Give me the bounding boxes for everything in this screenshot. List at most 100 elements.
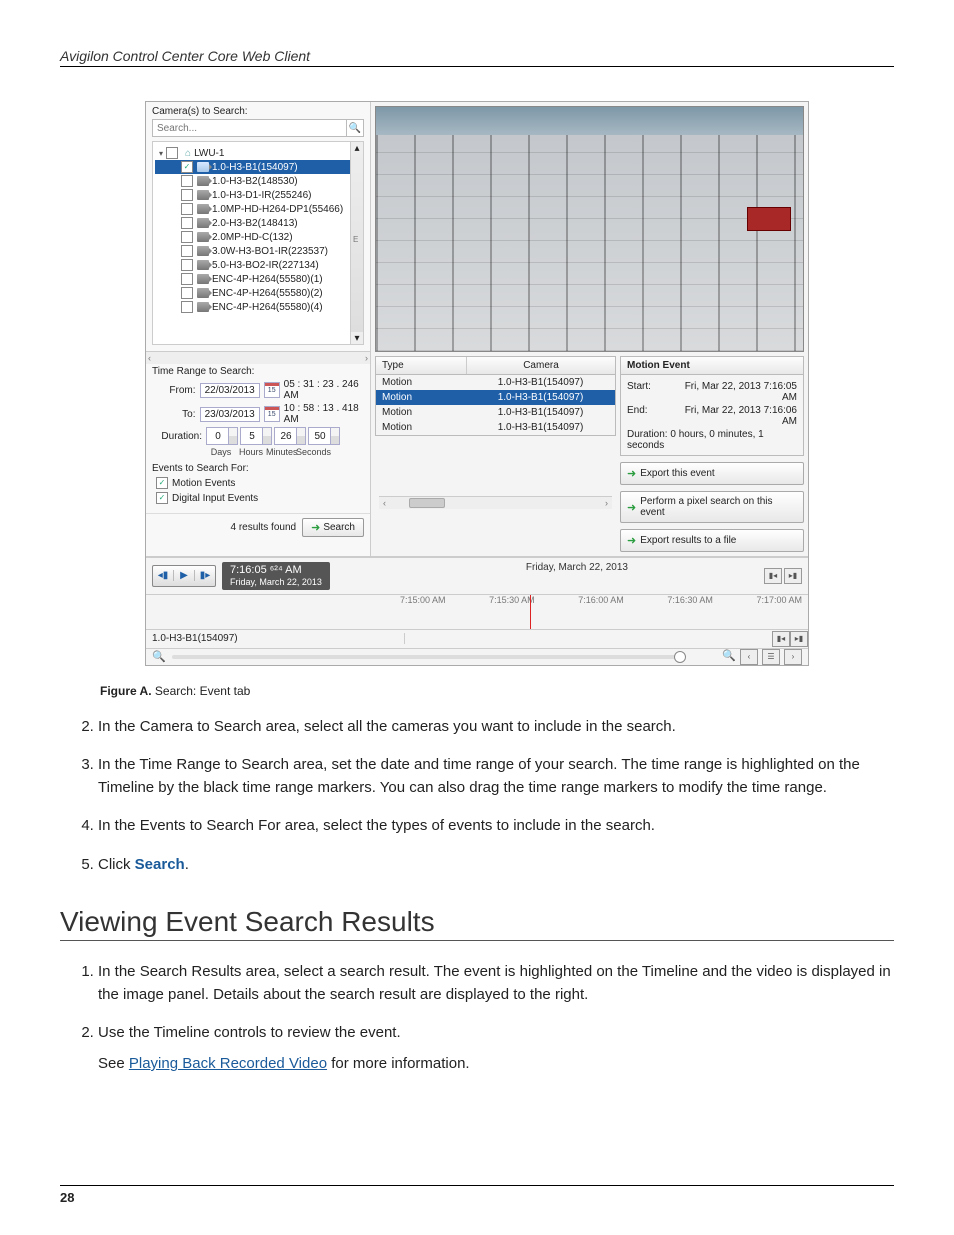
camera-label: 1.0-H3-D1-IR(255246) xyxy=(212,190,312,201)
step-back-icon[interactable]: ◂▮ xyxy=(153,570,174,581)
timeline-next-icon[interactable]: ▸▮ xyxy=(790,631,808,647)
camera-label: ENC-4P-H264(55580)(2) xyxy=(212,288,323,299)
duration-minutes-stepper[interactable]: 26 xyxy=(274,427,306,445)
steps-list-upper: In the Camera to Search area, select all… xyxy=(70,716,894,877)
list-icon[interactable]: ☰ xyxy=(762,649,780,665)
camera-icon xyxy=(197,274,209,284)
arrow-right-icon: ➜ xyxy=(627,467,636,480)
timeline-prev-icon[interactable]: ▮◂ xyxy=(772,631,790,647)
site-checkbox[interactable] xyxy=(166,147,178,159)
play-icon[interactable]: ▶ xyxy=(174,570,195,581)
camera-icon xyxy=(197,162,209,172)
timeline-next-icon[interactable]: ▸▮ xyxy=(784,568,802,584)
arrow-right-icon: ➜ xyxy=(627,534,636,547)
camera-row[interactable]: ENC-4P-H264(55580)(4) xyxy=(155,300,361,314)
search-icon[interactable]: 🔍 xyxy=(346,119,364,137)
horizontal-scrollbar[interactable]: ‹› xyxy=(146,351,370,364)
zoom-slider[interactable] xyxy=(172,655,683,659)
checkbox-icon[interactable] xyxy=(156,492,168,504)
camera-checkbox[interactable] xyxy=(181,287,193,299)
camera-checkbox[interactable] xyxy=(181,245,193,257)
duration-unit-labels: Days Hours Minutes Seconds xyxy=(206,447,364,457)
camera-row[interactable]: 3.0W-H3-BO1-IR(223537) xyxy=(155,244,361,258)
scroll-left-icon[interactable]: ‹ xyxy=(740,649,758,665)
camera-checkbox[interactable] xyxy=(181,301,193,313)
from-time-input[interactable]: 05 : 31 : 23 . 246 AM xyxy=(284,379,364,401)
camera-row[interactable]: 1.0-H3-B2(148530) xyxy=(155,174,361,188)
figure-caption-label: Figure A. xyxy=(100,684,152,698)
camera-checkbox[interactable] xyxy=(181,189,193,201)
camera-icon xyxy=(197,246,209,256)
camera-row[interactable]: 2.0MP-HD-C(132) xyxy=(155,230,361,244)
camera-label: 1.0-H3-B1(154097) xyxy=(212,162,298,173)
results-horizontal-scrollbar[interactable] xyxy=(379,496,612,509)
table-row[interactable]: Motion 1.0-H3-B1(154097) xyxy=(376,375,615,390)
to-time-input[interactable]: 10 : 58 : 13 . 418 AM xyxy=(284,403,364,425)
camera-icon xyxy=(197,218,209,228)
camera-row[interactable]: 1.0MP-HD-H264-DP1(55466) xyxy=(155,202,361,216)
camera-tree[interactable]: ▴▾ ▾ ⌂ LWU-1 1.0-H3-B1(154097) xyxy=(152,141,364,345)
camera-label: 2.0MP-HD-C(132) xyxy=(212,232,293,243)
camera-search-input[interactable] xyxy=(152,119,347,137)
camera-icon xyxy=(197,232,209,242)
see-suffix: for more information. xyxy=(327,1055,470,1072)
camera-checkbox[interactable] xyxy=(181,273,193,285)
table-row[interactable]: Motion 1.0-H3-B1(154097) xyxy=(376,405,615,420)
zoom-in-icon[interactable]: 🔍 xyxy=(722,649,736,665)
camera-row[interactable]: 5.0-H3-BO2-IR(227134) xyxy=(155,258,361,272)
camera-label: ENC-4P-H264(55580)(1) xyxy=(212,274,323,285)
camera-checkbox[interactable] xyxy=(181,161,193,173)
camera-checkbox[interactable] xyxy=(181,231,193,243)
step-forward-icon[interactable]: ▮▸ xyxy=(195,570,215,581)
export-this-event-button[interactable]: ➜ Export this event xyxy=(620,462,804,485)
camera-checkbox[interactable] xyxy=(181,217,193,229)
camera-icon xyxy=(197,176,209,186)
col-type[interactable]: Type xyxy=(376,357,467,374)
scroll-right-icon[interactable]: › xyxy=(784,649,802,665)
playhead-indicator[interactable] xyxy=(530,595,531,629)
tick-label: 7:15:30 AM xyxy=(489,595,535,609)
site-row[interactable]: ▾ ⌂ LWU-1 xyxy=(155,146,361,160)
from-date-input[interactable]: 22/03/2013 xyxy=(200,383,260,398)
camera-row[interactable]: 2.0-H3-B2(148413) xyxy=(155,216,361,230)
duration-seconds-stepper[interactable]: 50 xyxy=(308,427,340,445)
camera-row[interactable]: 1.0-H3-B1(154097) xyxy=(155,160,361,174)
zoom-out-icon[interactable]: 🔍 xyxy=(152,650,166,663)
tick-label: 7:17:00 AM xyxy=(756,595,802,609)
table-row[interactable]: Motion 1.0-H3-B1(154097) xyxy=(376,390,615,405)
screenshot-figure: Camera(s) to Search: 🔍 ▴▾ ▾ ⌂ LWU-1 xyxy=(145,101,809,666)
camera-checkbox[interactable] xyxy=(181,175,193,187)
step-2: In the Camera to Search area, select all… xyxy=(98,716,894,739)
checkbox-icon[interactable] xyxy=(156,477,168,489)
calendar-icon[interactable]: 15 xyxy=(264,406,280,422)
motion-events-checkbox-row[interactable]: Motion Events xyxy=(156,477,364,489)
video-preview[interactable] xyxy=(375,106,804,352)
section-heading: Viewing Event Search Results xyxy=(60,906,894,941)
camera-row[interactable]: ENC-4P-H264(55580)(2) xyxy=(155,286,361,300)
duration-hours-stepper[interactable]: 5 xyxy=(240,427,272,445)
timeline-prev-icon[interactable]: ▮◂ xyxy=(764,568,782,584)
camera-label: 5.0-H3-BO2-IR(227134) xyxy=(212,260,319,271)
search-button[interactable]: ➜ Search xyxy=(302,518,364,537)
timeline-date-label: Friday, March 22, 2013 xyxy=(526,562,628,573)
calendar-icon[interactable]: 15 xyxy=(264,382,280,398)
to-date-input[interactable]: 23/03/2013 xyxy=(200,407,260,422)
search-term: Search xyxy=(135,856,185,873)
col-camera[interactable]: Camera xyxy=(467,357,615,374)
camera-row[interactable]: ENC-4P-H264(55580)(1) xyxy=(155,272,361,286)
camera-checkbox[interactable] xyxy=(181,259,193,271)
from-label: From: xyxy=(152,385,196,396)
playing-back-recorded-video-link[interactable]: Playing Back Recorded Video xyxy=(129,1055,327,1072)
timeline[interactable]: 7:15:00 AM 7:15:30 AM 7:16:00 AM 7:16:30… xyxy=(146,594,808,629)
camera-checkbox[interactable] xyxy=(181,203,193,215)
duration-days-stepper[interactable]: 0 xyxy=(206,427,238,445)
vertical-scrollbar[interactable]: ▴▾ xyxy=(350,142,363,344)
lower-step-1: In the Search Results area, select a sea… xyxy=(98,961,894,1006)
pixel-search-button[interactable]: ➜ Perform a pixel search on this event xyxy=(620,491,804,523)
camera-icon xyxy=(197,190,209,200)
table-row[interactable]: Motion 1.0-H3-B1(154097) xyxy=(376,420,615,435)
export-results-file-button[interactable]: ➜ Export results to a file xyxy=(620,529,804,552)
digital-input-events-checkbox-row[interactable]: Digital Input Events xyxy=(156,492,364,504)
playback-controls[interactable]: ◂▮ ▶ ▮▸ xyxy=(152,565,216,587)
camera-row[interactable]: 1.0-H3-D1-IR(255246) xyxy=(155,188,361,202)
